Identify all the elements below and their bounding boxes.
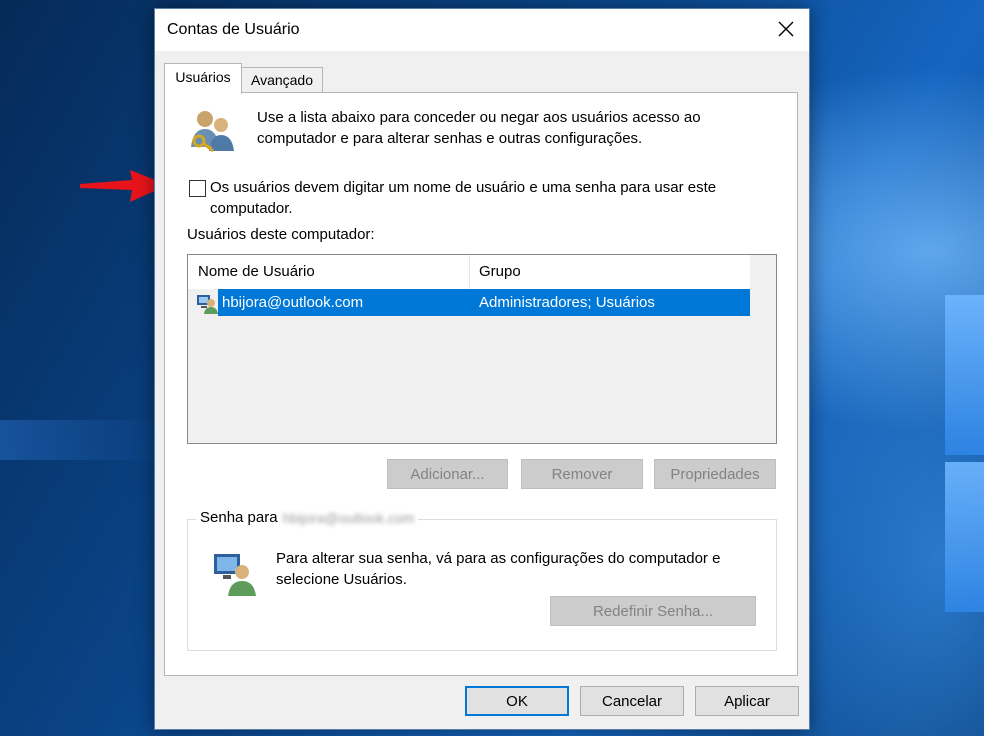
windows-logo-pane-bottom (945, 462, 984, 612)
reset-password-button[interactable]: Redefinir Senha... (550, 596, 756, 626)
user-computer-icon (214, 554, 256, 596)
windows-logo-pane-top (945, 295, 984, 455)
user-accounts-dialog: Contas de Usuário Usuários Avançado Use … (154, 8, 810, 730)
intro-text: Use a lista abaixo para conceder ou nega… (257, 109, 701, 147)
tab-panel-usuarios: Use a lista abaixo para conceder ou nega… (164, 92, 798, 676)
list-body: hbijora@outlook.com Administradores; Usu… (188, 289, 774, 441)
users-list-label: Usuários deste computador: (187, 226, 375, 243)
cancel-button[interactable]: Cancelar (580, 686, 684, 716)
ok-button[interactable]: OK (465, 686, 569, 716)
password-legend-label: Senha para (200, 509, 278, 526)
column-header-group[interactable]: Grupo (479, 255, 749, 289)
close-button[interactable] (763, 9, 809, 51)
close-icon (778, 21, 794, 37)
user-account-icon (197, 295, 218, 314)
remove-user-button[interactable]: Remover (521, 459, 643, 489)
require-password-label[interactable]: Os usuários devem digitar um nome de usu… (210, 177, 780, 219)
table-row[interactable]: hbijora@outlook.com Administradores; Usu… (188, 289, 750, 316)
tab-usuarios[interactable]: Usuários (164, 63, 242, 94)
title-bar: Contas de Usuário (155, 9, 809, 51)
tab-avancado[interactable]: Avançado (241, 67, 323, 93)
list-header: Nome de Usuário Grupo (188, 255, 750, 290)
cell-group: Administradores; Usuários (479, 294, 655, 311)
password-groupbox: Senha para hbijora@outlook.com Para alte… (187, 509, 777, 651)
properties-button[interactable]: Propriedades (654, 459, 776, 489)
column-header-username[interactable]: Nome de Usuário (198, 255, 468, 289)
users-list[interactable]: Nome de Usuário Grupo hbijora@outlook.co… (187, 254, 777, 444)
light-beam (0, 420, 160, 460)
dialog-title: Contas de Usuário (167, 21, 300, 38)
password-info-text: Para alterar sua senha, vá para as confi… (276, 550, 721, 588)
blurred-account-name: hbijora@outlook.com (282, 509, 415, 526)
password-group-legend: Senha para hbijora@outlook.com (196, 509, 419, 526)
apply-button[interactable]: Aplicar (695, 686, 799, 716)
require-password-checkbox[interactable] (189, 180, 206, 197)
users-key-icon (191, 111, 234, 153)
column-separator[interactable] (469, 255, 470, 289)
cell-username: hbijora@outlook.com (222, 294, 364, 311)
add-user-button[interactable]: Adicionar... (387, 459, 508, 489)
